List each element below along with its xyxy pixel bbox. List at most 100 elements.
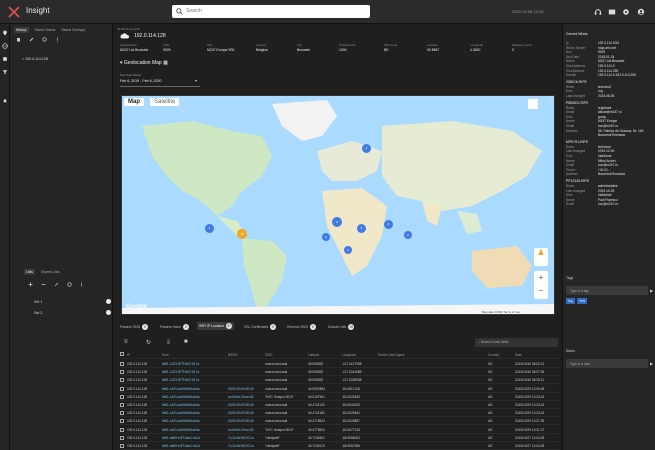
whois-field-label: Handle [566, 73, 577, 78]
map-cluster[interactable]: 10 [237, 229, 247, 239]
tag-chip[interactable]: VPN [577, 298, 588, 304]
whois-contact-title: MPR-R1-RIPE [566, 139, 589, 144]
history-item[interactable]: ● 192.0.114.128 [22, 57, 48, 61]
col-country[interactable]: Country [488, 353, 499, 357]
row-checkbox[interactable] [120, 419, 124, 424]
whois-field-value: administrative [598, 184, 618, 188]
filter-passive-hash[interactable]: Passive Hash 0 [160, 324, 189, 330]
filter-icon[interactable] [2, 69, 8, 75]
whois-field-label: Email [566, 110, 574, 115]
calendar-icon[interactable]: ▦ [163, 60, 168, 66]
zoom-controls[interactable]: + − [534, 271, 548, 299]
location-pin-icon[interactable] [2, 30, 8, 36]
screen-icon[interactable] [608, 8, 616, 16]
cell-date: 2019/10/30 08:02:12 [515, 362, 545, 366]
export-icon[interactable]: ■ [184, 339, 188, 345]
col-latitude[interactable]: Latitude [308, 353, 319, 357]
map-cluster[interactable]: 6 [384, 220, 393, 229]
refresh-icon[interactable] [42, 37, 47, 42]
filter-ssl-certificates[interactable]: SSL Certificates 0 [244, 324, 277, 330]
row-checkbox[interactable] [120, 394, 124, 399]
table-search-placeholder: ⌕ Search Data Table [478, 340, 509, 344]
map-cluster[interactable]: 2 [322, 233, 330, 241]
bell-icon[interactable] [2, 98, 8, 104]
field-longitude-value: 4.3500 [470, 48, 481, 52]
geolocation-map[interactable]: Map Satellite ♟ + − Google Map data ©2020… [121, 95, 555, 315]
app-logo-icon [8, 6, 20, 18]
globe-icon[interactable] [2, 43, 8, 49]
refresh-table-icon[interactable]: ↻ [146, 339, 151, 346]
col-date[interactable]: Date [515, 353, 522, 357]
tab-saved-overlays[interactable]: Saved Overlays [61, 28, 85, 32]
street-view-pegman[interactable]: ♟ [534, 248, 548, 266]
col-bssid[interactable]: BSSID [228, 353, 238, 357]
row-checkbox[interactable] [120, 403, 124, 407]
tab-shared-lists[interactable]: Shared Lists [41, 270, 60, 274]
map-cluster[interactable]: 5 [357, 224, 366, 233]
map-cluster[interactable]: 2 [404, 231, 412, 239]
cell-longitude: -80.0026857 [342, 419, 360, 424]
fullscreen-button[interactable] [528, 99, 538, 109]
map-type-satellite[interactable]: Satellite [150, 98, 180, 106]
col-ssid[interactable]: SSID [265, 353, 272, 357]
map-cluster[interactable]: 4 [205, 224, 214, 233]
tab-history[interactable]: History [14, 27, 29, 33]
col-longitude[interactable]: Longitude [342, 353, 356, 357]
app-name: Insight [26, 6, 50, 15]
add-icon[interactable] [28, 282, 33, 287]
row-checkbox[interactable] [120, 378, 124, 383]
row-checkbox[interactable] [120, 411, 124, 416]
add-note-icon[interactable]: ▶ [650, 361, 653, 366]
date-range-dropdown-icon[interactable]: ▾ [195, 78, 197, 83]
row-checkbox[interactable] [120, 444, 124, 448]
pin-icon[interactable] [29, 37, 34, 42]
cell-bssid: ce:b9:bb:29:ac:46 [228, 427, 254, 432]
col-user-agent[interactable]: Device User Agent [378, 353, 404, 357]
select-all-checkbox[interactable] [120, 352, 124, 356]
left-panel [10, 24, 113, 450]
filter-domain-info[interactable]: Domain Info 10 [328, 324, 355, 330]
tab-saved-videos[interactable]: Saved Videos [35, 28, 56, 32]
filter-passive-dns[interactable]: Passive DNS 0 [120, 324, 148, 330]
row-checkbox[interactable] [120, 370, 124, 375]
gear-icon[interactable] [622, 8, 630, 16]
tag-chip[interactable]: Tag [566, 298, 575, 304]
row-checkbox[interactable] [120, 435, 124, 440]
date-range-field[interactable]: Map Date Range Feb 6, 2019 - Feb 6, 2020 [120, 73, 200, 87]
tab-lists[interactable]: Lists [24, 269, 35, 275]
table-row[interactable]: 192.0.114.128 fe80::da09:e0f7:5ac1:d11d 7c… [120, 441, 560, 450]
user-icon[interactable] [637, 8, 645, 16]
row-checkbox[interactable] [120, 386, 124, 391]
edit-icon[interactable] [54, 282, 59, 287]
headset-icon[interactable] [594, 8, 602, 16]
cell-latitude: 40.9907884 [308, 386, 325, 391]
map-cluster[interactable]: 3 [344, 246, 352, 254]
trash-icon[interactable] [16, 37, 21, 42]
download-icon[interactable]: ⇩ [166, 339, 171, 346]
more-icon[interactable] [55, 37, 60, 42]
field-country-label: Country [256, 43, 267, 47]
filter-reverse-dns[interactable]: Reverse DNS 0 [287, 324, 316, 330]
col-host[interactable]: Host [162, 353, 169, 357]
map-type-map[interactable]: Map [124, 98, 144, 106]
filter-list-icon[interactable]: ≡ [124, 339, 128, 345]
list-set-1[interactable]: Set 1 [34, 300, 42, 304]
cube-icon[interactable] [2, 56, 8, 62]
list-more-icon[interactable] [79, 282, 84, 287]
col-ip[interactable]: IP [127, 353, 130, 357]
remove-icon[interactable] [41, 282, 46, 287]
filter-wifi-ip-location[interactable]: WIFI IP Location 37 [197, 322, 235, 330]
row-checkbox[interactable] [120, 362, 124, 366]
cell-host: fe80::c491:c4eff:fe58:ac5a [162, 419, 200, 424]
row-checkbox[interactable] [120, 427, 124, 432]
list-set-2[interactable]: Set 2 [34, 311, 42, 315]
refresh-list-icon[interactable] [66, 282, 72, 287]
cell-bssid: 00:00:00:00:00:00 [228, 386, 254, 391]
cell-ip: 192.0.114.128 [127, 411, 148, 416]
map-cluster[interactable]: 2 [362, 144, 371, 153]
add-tag-icon[interactable]: ▶ [650, 288, 653, 293]
cell-longitude: -117.0417998 [342, 362, 362, 366]
cell-country: US [488, 370, 493, 375]
map-cluster[interactable]: 9 [332, 217, 342, 227]
cell-date: 2019/10/29 12:06:08 [515, 386, 545, 391]
